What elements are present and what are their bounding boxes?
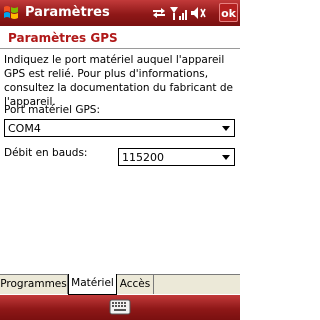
port-select[interactable]: COM4 <box>4 119 235 137</box>
signal-icon[interactable] <box>170 7 187 20</box>
port-label: Port matériel GPS: <box>4 104 101 116</box>
chevron-down-icon[interactable] <box>222 126 230 131</box>
baud-label: Débit en bauds: <box>4 147 88 159</box>
title-bar: Paramètres ok <box>0 0 240 26</box>
status-icons[interactable] <box>152 5 216 21</box>
tab-materiel[interactable]: Matériel <box>68 274 117 295</box>
window-title: Paramètres <box>25 5 110 20</box>
baud-select[interactable]: 115200 <box>118 148 235 166</box>
baud-value: 115200 <box>122 151 164 164</box>
port-value: COM4 <box>8 122 41 135</box>
ok-button[interactable]: ok <box>219 3 238 22</box>
page-heading: Paramètres GPS <box>8 31 118 45</box>
tab-programmes[interactable]: Programmes <box>0 275 68 294</box>
heading-divider <box>0 48 240 49</box>
connectivity-icon[interactable] <box>153 8 165 18</box>
keyboard-icon[interactable] <box>109 298 131 316</box>
description-text: Indiquez le port matériel auquel l'appar… <box>4 54 234 108</box>
tab-bar-filler <box>154 275 240 294</box>
tab-acces[interactable]: Accès <box>117 275 154 294</box>
chevron-down-icon[interactable] <box>222 155 230 160</box>
volume-icon[interactable] <box>191 7 206 19</box>
start-flag-icon[interactable] <box>2 4 20 22</box>
soft-key-bar <box>0 295 240 320</box>
tab-bar: Programmes Matériel Accès <box>0 274 240 295</box>
